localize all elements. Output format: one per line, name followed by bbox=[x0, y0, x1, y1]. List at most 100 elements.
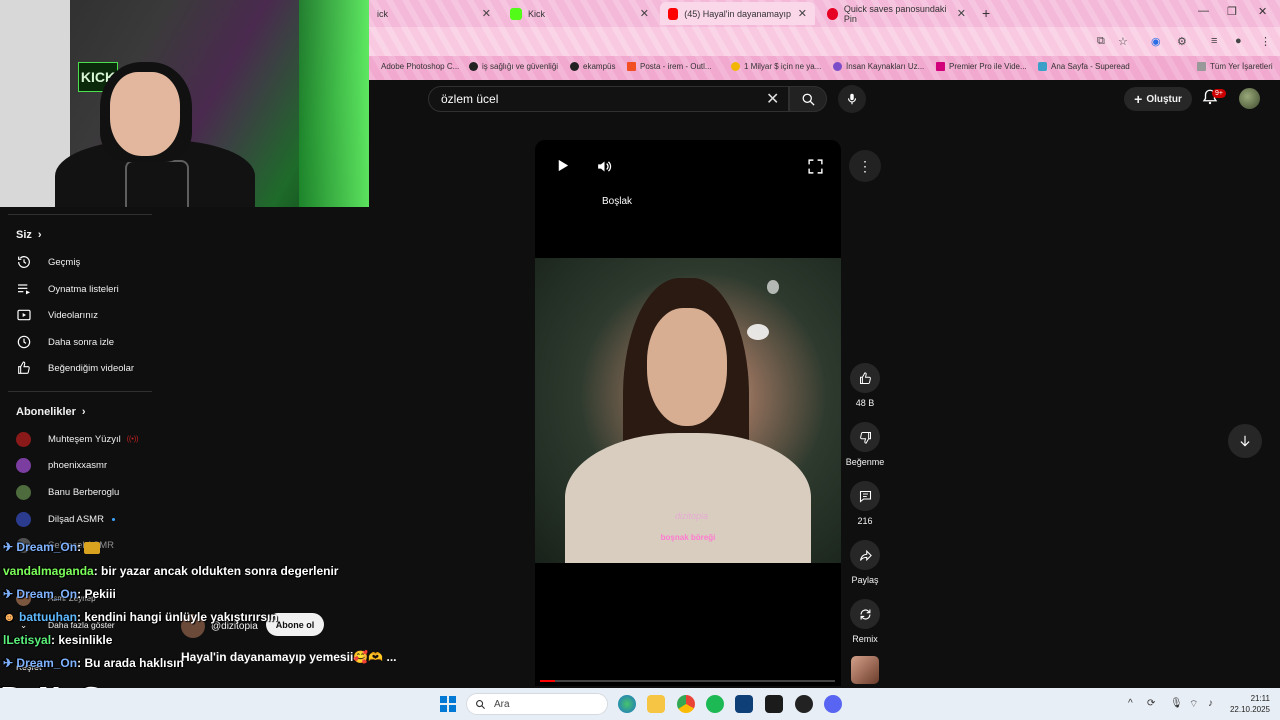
all-bookmarks[interactable]: Tüm Yer İşaretleri bbox=[1197, 62, 1273, 71]
search-icon bbox=[802, 93, 815, 106]
create-button[interactable]: + Oluştur bbox=[1124, 87, 1192, 111]
speaker-icon[interactable]: ♪ bbox=[1208, 698, 1213, 709]
voice-search-button[interactable] bbox=[838, 85, 866, 113]
video-watermark: dizitopia bbox=[675, 511, 709, 521]
notification-badge: 9+ bbox=[1212, 89, 1226, 98]
close-icon[interactable]: ✕ bbox=[640, 7, 649, 20]
extension-audio-icon[interactable]: ◉ bbox=[1151, 35, 1161, 48]
bookmark-item[interactable]: 1 Milyar $ için ne ya... bbox=[731, 62, 821, 71]
close-icon[interactable]: ✕ bbox=[957, 7, 966, 20]
bookmark-label: 1 Milyar $ için ne ya... bbox=[744, 62, 822, 71]
edge-icon[interactable] bbox=[618, 695, 636, 713]
windows-start-icon[interactable] bbox=[440, 696, 456, 712]
browser-tab-strip: ick ✕ Kick ✕ (45) Hayal'in dayanamayıp y… bbox=[369, 0, 1280, 27]
bookmark-item[interactable]: Posta - irem - Outl... bbox=[627, 62, 712, 71]
install-icon[interactable]: ⧉ bbox=[1097, 35, 1105, 48]
streamer-face bbox=[110, 72, 180, 156]
tab-3-active[interactable]: (45) Hayal'in dayanamayıp yem ✕ bbox=[660, 2, 815, 25]
bookmark-label: İnsan Kaynakları Uz... bbox=[846, 62, 925, 71]
sidebar-subscriptions-header[interactable]: Abonelikler › bbox=[16, 406, 86, 418]
subscription-item[interactable]: Banu Berberoglu bbox=[16, 482, 119, 502]
sidebar-item-your-videos[interactable]: Videolarınız bbox=[16, 305, 98, 325]
subscription-item[interactable]: Muhteşem Yüzyıl ((•)) bbox=[16, 429, 138, 449]
bookmark-item[interactable]: Ana Sayfa - Superead bbox=[1038, 62, 1130, 71]
microphone-icon[interactable]: 🎙 bbox=[1170, 698, 1183, 709]
bookmark-star-icon[interactable]: ☆ bbox=[1118, 35, 1128, 48]
store-icon[interactable] bbox=[735, 695, 753, 713]
more-options-button[interactable]: ⋮ bbox=[849, 150, 881, 182]
history-icon bbox=[18, 256, 30, 268]
bookmark-item[interactable]: Premier Pro ile Vide... bbox=[936, 62, 1027, 71]
bookmarks-bar: Adobe Photoshop C... iş sağlığı ve güven… bbox=[369, 56, 1280, 80]
chat-text: bir yazar ancak oldukten sonra degerleni… bbox=[101, 564, 339, 578]
divider bbox=[8, 214, 152, 215]
menu-icon[interactable]: ⋮ bbox=[1260, 35, 1271, 48]
next-short-button[interactable] bbox=[1228, 424, 1262, 458]
arrow-down-icon bbox=[1240, 435, 1250, 447]
bookmark-item[interactable]: iş sağlığı ve güvenliği bbox=[469, 62, 558, 71]
subscribe-label: Abone ol bbox=[275, 619, 315, 630]
sidebar-you-header[interactable]: Siz › bbox=[16, 229, 42, 241]
network-icon[interactable]: ⌔ bbox=[1189, 698, 1198, 711]
remix-button[interactable]: Remix bbox=[843, 599, 887, 644]
tab-4[interactable]: Quick saves panosundaki Pin ✕ bbox=[819, 2, 974, 25]
play-icon[interactable] bbox=[555, 158, 570, 173]
sync-icon[interactable]: ⟳ bbox=[1147, 698, 1155, 709]
close-icon[interactable]: ✕ bbox=[482, 7, 491, 20]
search-button[interactable] bbox=[789, 86, 827, 112]
like-button[interactable]: 48 B bbox=[843, 363, 887, 408]
dislike-icon bbox=[859, 431, 871, 444]
comments-button[interactable]: 216 bbox=[843, 481, 887, 526]
spotify-icon[interactable] bbox=[706, 695, 724, 713]
account-avatar[interactable] bbox=[1239, 88, 1260, 109]
chevron-right-icon: › bbox=[81, 406, 86, 418]
window-close-icon[interactable]: ✕ bbox=[1258, 5, 1267, 18]
sidebar-item-liked[interactable]: Beğendiğim videolar bbox=[16, 358, 134, 378]
bookmark-item[interactable]: ekampüs bbox=[570, 62, 615, 71]
fullscreen-icon[interactable] bbox=[807, 158, 824, 175]
actor-shirt bbox=[565, 433, 811, 563]
extensions-icon[interactable]: ⚙ bbox=[1177, 35, 1187, 48]
bookmark-item[interactable]: Adobe Photoshop C... bbox=[381, 62, 459, 71]
chevron-right-icon: › bbox=[37, 229, 42, 241]
obs-icon[interactable] bbox=[765, 695, 783, 713]
bookmark-item[interactable]: İnsan Kaynakları Uz... bbox=[833, 62, 924, 71]
app-icon[interactable] bbox=[795, 695, 813, 713]
taskbar-clock[interactable]: 21:11 22.10.2025 bbox=[1226, 693, 1270, 715]
badge-icon: ☻ bbox=[3, 610, 16, 624]
restore-icon[interactable]: ❐ bbox=[1227, 5, 1237, 18]
close-icon[interactable]: ✕ bbox=[798, 7, 807, 20]
tab-1[interactable]: ick ✕ bbox=[369, 2, 499, 25]
file-explorer-icon[interactable] bbox=[647, 695, 665, 713]
taskbar-search-input[interactable]: Ara bbox=[466, 693, 608, 715]
media-icon[interactable]: ≡ bbox=[1211, 35, 1217, 47]
clear-search-icon[interactable]: ✕ bbox=[766, 89, 779, 109]
discord-icon[interactable] bbox=[824, 695, 842, 713]
sidebar-item-watch-later[interactable]: Daha sonra izle bbox=[16, 332, 114, 352]
sidebar-item-label: Oynatma listeleri bbox=[48, 283, 119, 295]
chevron-up-icon[interactable]: ^ bbox=[1128, 698, 1133, 709]
volume-icon[interactable] bbox=[596, 158, 613, 175]
sidebar-item-playlists[interactable]: Oynatma listeleri bbox=[16, 279, 119, 299]
bookmark-label: Ana Sayfa - Superead bbox=[1051, 62, 1130, 71]
share-button[interactable]: Paylaş bbox=[843, 540, 887, 585]
profile-icon[interactable]: ● bbox=[1235, 35, 1242, 47]
subscription-item[interactable]: Dilşad ASMR bbox=[16, 509, 115, 529]
search-input[interactable]: özlem ücel bbox=[428, 86, 789, 112]
dislike-button[interactable]: Beğenme bbox=[843, 422, 887, 467]
windows-taskbar: Ara ^ ⟳ 🎙 ⌔ ♪ 21:11 22.10.2025 bbox=[0, 688, 1280, 720]
progress-bar[interactable] bbox=[540, 680, 835, 682]
tab-title: Quick saves panosundaki Pin bbox=[843, 3, 947, 24]
subscription-item[interactable]: phoenixxasmr bbox=[16, 455, 107, 475]
shorts-player[interactable]: dizitopia boşnak böreği Boşlak bbox=[535, 140, 841, 686]
short-title[interactable]: Hayal'in dayanamayıp yemesii🥰🫶 ... bbox=[181, 650, 397, 664]
sidebar-item-history[interactable]: Geçmiş bbox=[16, 252, 80, 272]
tab-2[interactable]: Kick ✕ bbox=[502, 2, 657, 25]
address-bar-area[interactable]: ⧉ ☆ ◉ ⚙ ≡ ● ⋮ bbox=[369, 27, 1280, 56]
new-tab-button[interactable]: + bbox=[982, 5, 990, 21]
video-frame[interactable]: dizitopia boşnak böreği bbox=[535, 258, 841, 563]
pin-icon: ✈ bbox=[3, 656, 14, 670]
chrome-icon[interactable] bbox=[677, 695, 695, 713]
audio-source-thumbnail[interactable] bbox=[851, 656, 879, 684]
minimize-icon[interactable]: — bbox=[1198, 5, 1209, 17]
